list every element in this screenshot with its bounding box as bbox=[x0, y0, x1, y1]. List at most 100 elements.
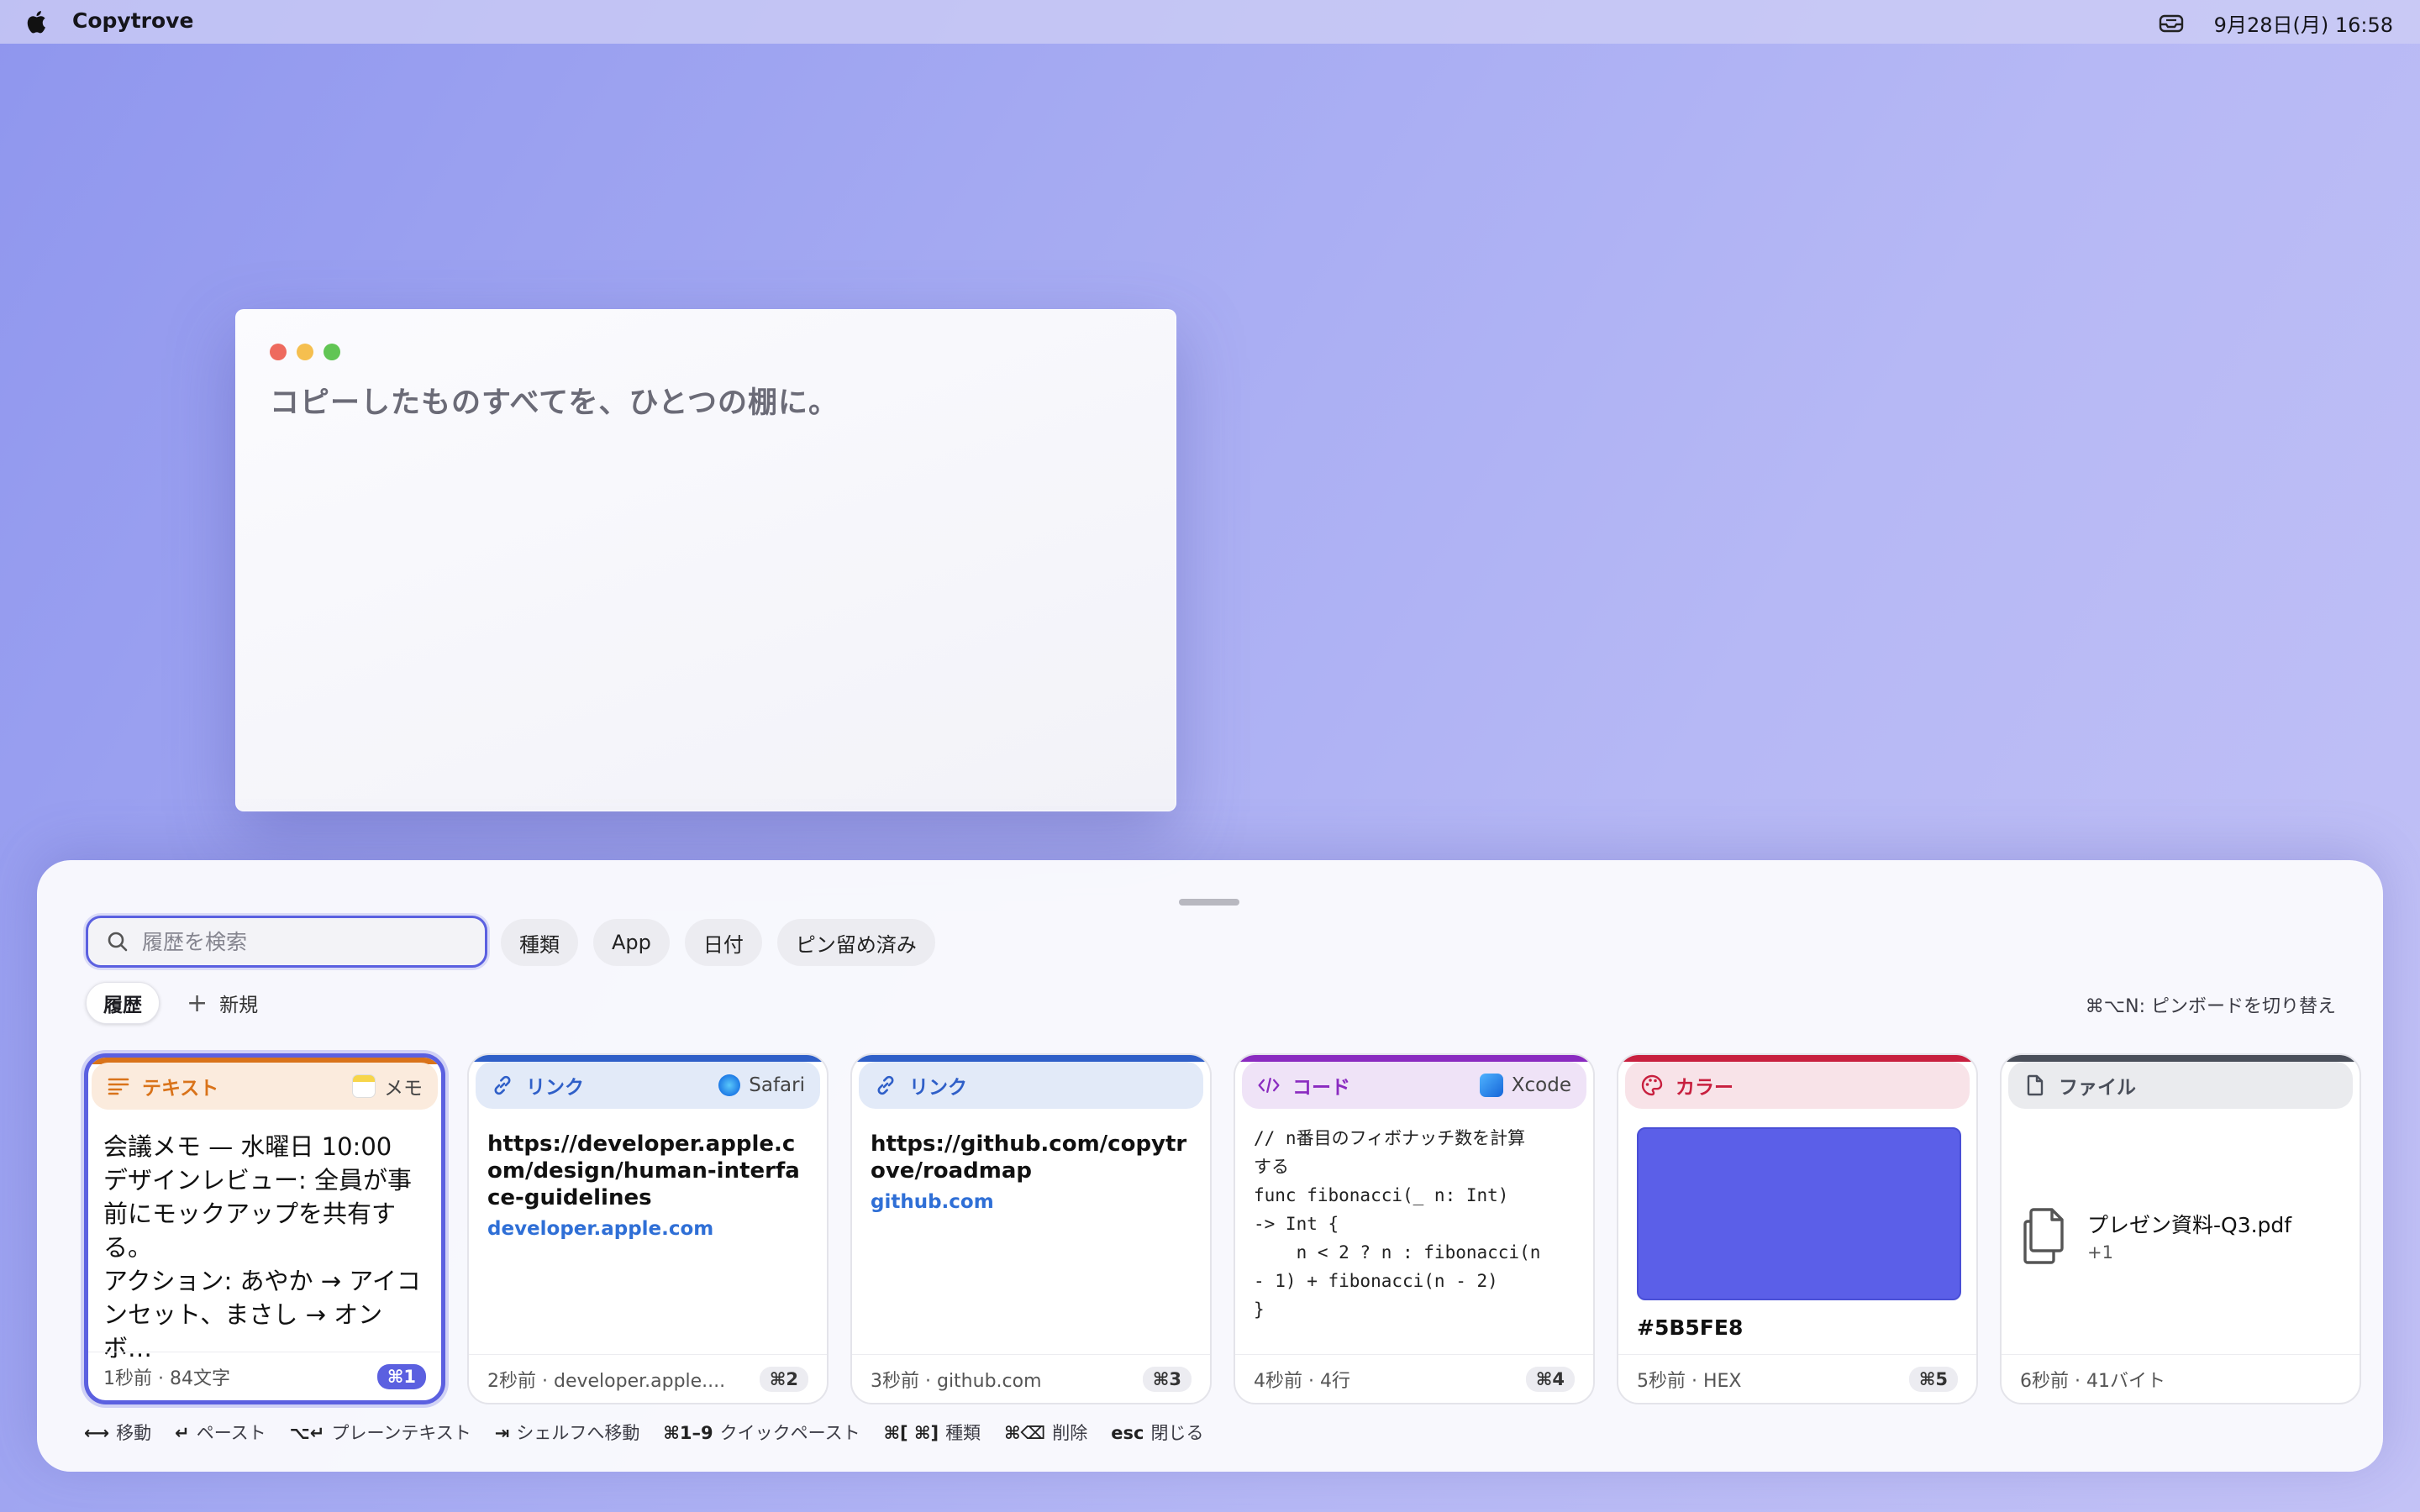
window-controls bbox=[270, 344, 340, 360]
clip-card-link[interactable]: リンク Safari https://developer.apple.com/d… bbox=[467, 1053, 829, 1404]
notes-app-icon bbox=[352, 1074, 376, 1098]
card-content: 会議メモ — 水曜日 10:00 デザインレビュー: 全員が事前にモックアップを… bbox=[103, 1132, 421, 1362]
card-header: コード Xcode bbox=[1242, 1062, 1586, 1109]
keyboard-hints: ⟷ 移動 ↵ ペースト ⌥↵ プレーンテキスト ⇥ シェルフへ移動 ⌘1–9 クイックペースト ⌘[… bbox=[84, 1420, 1203, 1445]
close-button[interactable] bbox=[270, 344, 287, 360]
card-footer: 2秒前 · developer.apple.... ⌘2 bbox=[469, 1354, 827, 1403]
card-meta: 6秒前 · 41バイト bbox=[2020, 1370, 2165, 1392]
filter-date-chip[interactable]: 日付 bbox=[684, 919, 762, 966]
color-swatch bbox=[1637, 1127, 1961, 1300]
hint-key: ⌘⌫ bbox=[1004, 1423, 1046, 1443]
card-type-label: カラー bbox=[1676, 1077, 1733, 1099]
card-header: ファイル bbox=[2008, 1062, 2353, 1109]
card-meta: 4秒前 · 4行 bbox=[1254, 1370, 1350, 1392]
keyboard-hint: ⌥↵ プレーンテキスト bbox=[290, 1420, 471, 1445]
hint-label: 移動 bbox=[116, 1423, 152, 1443]
link-icon bbox=[491, 1074, 514, 1097]
card-footer: 3秒前 · github.com ⌘3 bbox=[852, 1354, 1210, 1403]
apple-logo-icon[interactable] bbox=[25, 10, 47, 34]
card-source-name: Xcode bbox=[1511, 1074, 1571, 1096]
file-name: プレゼン資料-Q3.pdf bbox=[2087, 1213, 2292, 1237]
hint-label: 種類 bbox=[945, 1423, 981, 1443]
hint-key: ↵ bbox=[175, 1423, 190, 1443]
minimize-button[interactable] bbox=[297, 344, 313, 360]
card-content: https://developer.apple.com/design/human… bbox=[487, 1131, 808, 1240]
hint-key: ⌥↵ bbox=[289, 1423, 325, 1443]
card-source: Xcode bbox=[1479, 1074, 1571, 1097]
clip-card-text[interactable]: テキスト メモ 会議メモ — 水曜日 10:00 デザインレビュー: 全員が事前… bbox=[84, 1053, 445, 1404]
hint-key: ⌘1–9 bbox=[663, 1423, 713, 1443]
card-content: プレゼン資料-Q3.pdf +1 bbox=[2020, 1131, 2341, 1265]
link-url[interactable]: https://developer.apple.com/design/human… bbox=[487, 1131, 808, 1211]
card-header: テキスト メモ bbox=[92, 1063, 438, 1110]
pinboard-switch-hint: ⌘⌥N: ピンボードを切り替え bbox=[2085, 996, 2336, 1017]
card-footer: 5秒前 · HEX ⌘5 bbox=[1618, 1354, 1976, 1403]
search-box[interactable] bbox=[86, 916, 487, 968]
safari-icon bbox=[718, 1074, 741, 1096]
card-shortcut-badge: ⌘4 bbox=[1525, 1366, 1575, 1392]
filter-pinned-chip[interactable]: ピン留め済み bbox=[776, 919, 935, 966]
hint-label: 閉じる bbox=[1150, 1423, 1204, 1443]
search-icon bbox=[108, 932, 128, 952]
card-header: リンク bbox=[859, 1062, 1203, 1109]
card-source: メモ bbox=[352, 1072, 423, 1100]
menu-app-name[interactable]: Copytrove bbox=[72, 8, 193, 33]
card-content: https://github.com/copytrove/roadmap git… bbox=[871, 1131, 1192, 1213]
hint-label: 削除 bbox=[1052, 1423, 1088, 1443]
search-input[interactable] bbox=[142, 929, 445, 954]
clip-card-link[interactable]: リンク https://github.com/copytrove/roadmap… bbox=[850, 1053, 1212, 1404]
hint-key: esc bbox=[1111, 1423, 1144, 1443]
menu-clock[interactable]: 9月28日(月) 16:58 bbox=[2214, 8, 2393, 38]
card-source: Safari bbox=[718, 1074, 805, 1096]
clip-cards: テキスト メモ 会議メモ — 水曜日 10:00 デザインレビュー: 全員が事前… bbox=[84, 1053, 2361, 1404]
card-type-label: ファイル bbox=[2059, 1077, 2136, 1099]
pinboard-tabs: 履歴 + 新規 bbox=[86, 982, 258, 1024]
drag-handle[interactable] bbox=[1179, 899, 1239, 906]
keyboard-hint: ⌘⌫ 削除 bbox=[1004, 1420, 1087, 1445]
link-icon bbox=[874, 1074, 897, 1097]
xcode-icon bbox=[1479, 1074, 1503, 1097]
card-type-label: コード bbox=[1292, 1077, 1350, 1099]
clip-card-file[interactable]: ファイル プレゼン資料-Q3.pdf +1 6秒前 · 41バイト bbox=[2000, 1053, 2361, 1404]
new-pinboard-button[interactable]: + 新規 bbox=[178, 989, 258, 1018]
card-accent-bar bbox=[852, 1055, 1210, 1062]
color-hex-label: #5B5FE8 bbox=[1637, 1315, 1744, 1340]
link-host: github.com bbox=[871, 1191, 994, 1213]
file-count-more: +1 bbox=[2087, 1242, 2113, 1263]
hint-label: シェルフへ移動 bbox=[516, 1423, 640, 1443]
inbox-tray-icon[interactable] bbox=[2157, 13, 2186, 34]
hint-key: ⌘[ ⌘] bbox=[883, 1423, 939, 1443]
card-content: #5B5FE8 bbox=[1637, 1127, 1961, 1340]
card-type-label: リンク bbox=[526, 1077, 584, 1099]
card-shortcut-badge: ⌘1 bbox=[376, 1363, 426, 1389]
card-footer: 4秒前 · 4行 ⌘4 bbox=[1235, 1354, 1593, 1403]
card-type-label: テキスト bbox=[142, 1078, 219, 1100]
clip-card-color[interactable]: カラー #5B5FE8 5秒前 · HEX ⌘5 bbox=[1617, 1053, 1978, 1404]
card-accent-bar bbox=[1618, 1055, 1976, 1062]
clip-card-code[interactable]: コード Xcode // n番目のフィボナッチ数を計算 する func fibo… bbox=[1234, 1053, 1595, 1404]
tab-history[interactable]: 履歴 bbox=[86, 982, 160, 1024]
plus-icon: + bbox=[187, 988, 208, 1018]
hint-label: プレーンテキスト bbox=[331, 1423, 471, 1443]
zoom-button[interactable] bbox=[324, 344, 340, 360]
keyboard-hint: ⌘[ ⌘] 種類 bbox=[884, 1420, 981, 1445]
card-header: リンク Safari bbox=[476, 1062, 820, 1109]
window-tagline: コピーしたものすべてを、ひとつの棚に。 bbox=[270, 386, 839, 420]
app-window: コピーしたものすべてを、ひとつの棚に。 bbox=[235, 309, 1176, 811]
card-shortcut-badge: ⌘2 bbox=[759, 1366, 808, 1392]
card-shortcut-badge: ⌘3 bbox=[1142, 1366, 1192, 1392]
card-accent-bar bbox=[2002, 1055, 2360, 1062]
hint-key: ⟷ bbox=[84, 1423, 110, 1443]
keyboard-hint: ⌘1–9 クイックペースト bbox=[663, 1420, 860, 1445]
card-meta: 2秒前 · developer.apple.... bbox=[487, 1370, 726, 1392]
filter-type-chip[interactable]: 種類 bbox=[501, 919, 578, 966]
hint-label: クイックペースト bbox=[719, 1423, 860, 1443]
menu-bar: Copytrove 9月28日(月) 16:58 bbox=[0, 0, 2420, 44]
link-url[interactable]: https://github.com/copytrove/roadmap bbox=[871, 1131, 1192, 1184]
filter-app-chip[interactable]: App bbox=[593, 919, 670, 966]
card-footer: 6秒前 · 41バイト bbox=[2002, 1354, 2360, 1403]
new-pinboard-label: 新規 bbox=[219, 995, 259, 1016]
card-meta: 1秒前 · 84文字 bbox=[103, 1368, 230, 1389]
text-lines-icon bbox=[107, 1074, 130, 1098]
keyboard-hint: ⇥ シェルフへ移動 bbox=[495, 1420, 640, 1445]
